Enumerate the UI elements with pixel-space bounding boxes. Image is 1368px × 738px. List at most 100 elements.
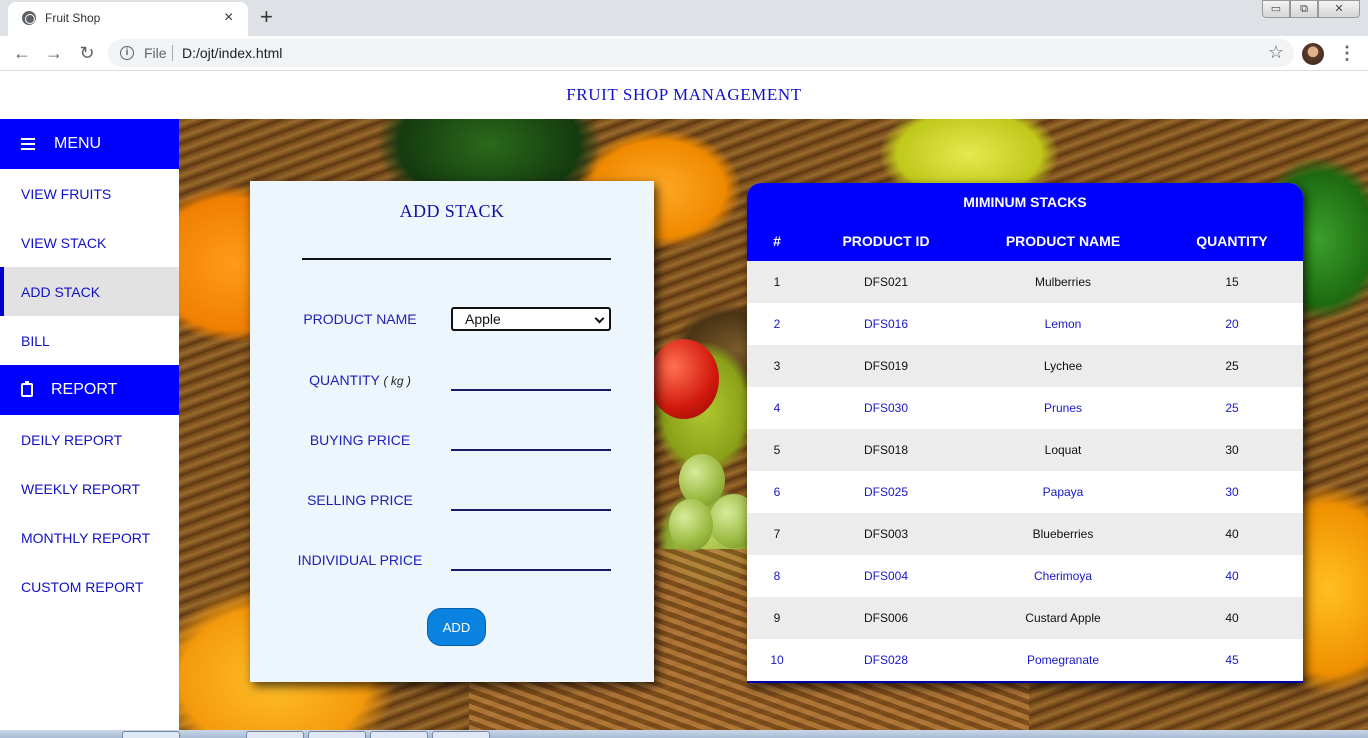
cell-quantity: 20: [1225, 317, 1239, 331]
cell-number: 5: [773, 443, 781, 457]
close-window-button[interactable]: ✕: [1318, 0, 1360, 18]
report-label: REPORT: [51, 381, 118, 398]
taskbar-item[interactable]: [308, 731, 366, 738]
url-text[interactable]: D:/ojt/index.html: [182, 45, 282, 61]
add-stack-form: ADD STACK PRODUCT NAME Apple QUANTITY ( …: [250, 181, 654, 682]
cell-product-id: DFS004: [863, 569, 909, 583]
sidebar-item-add-stack[interactable]: ADD STACK: [0, 267, 179, 316]
table-body: 1 DFS021 Mulberries 15 2 DFS016 Lemon 20 3 DFS019…: [747, 261, 1303, 681]
table-header: MIMINUM STACKS # PRODUCT ID PRODUCT NAME…: [747, 183, 1303, 261]
cell-quantity: 30: [1225, 485, 1239, 499]
address-bar[interactable]: i File D:/ojt/index.html ☆: [108, 39, 1294, 67]
info-icon[interactable]: i: [120, 46, 134, 60]
scheme-label: File: [144, 45, 167, 61]
sidebar-item-bill[interactable]: BILL: [0, 316, 179, 365]
hamburger-icon: [21, 138, 35, 150]
cell-product-name: Papaya: [1042, 485, 1084, 499]
quantity-label: QUANTITY ( kg ): [260, 372, 460, 388]
cell-quantity: 40: [1225, 527, 1239, 541]
cell-product-name: Lemon: [1044, 317, 1082, 331]
cell-number: 4: [773, 401, 781, 415]
form-title: ADD STACK: [399, 201, 505, 221]
cell-product-name: Loquat: [1044, 443, 1082, 457]
cell-product-name: Mulberries: [1034, 275, 1091, 289]
buying-price-input[interactable]: [451, 429, 611, 451]
minimum-stacks-table: MIMINUM STACKS # PRODUCT ID PRODUCT NAME…: [747, 183, 1303, 683]
sidebar-item-view-fruits[interactable]: VIEW FRUITS: [0, 169, 179, 218]
browser-menu-icon[interactable]: ⋮: [1338, 42, 1356, 64]
taskbar-item[interactable]: [370, 731, 428, 738]
product-name-label: PRODUCT NAME: [303, 311, 417, 327]
quantity-label-text: QUANTITY: [309, 372, 380, 388]
cell-product-id: DFS028: [863, 653, 909, 667]
menu-header[interactable]: MENU: [0, 119, 179, 169]
table-row: 5 DFS018 Loquat 30: [747, 429, 1303, 471]
apple-image: [649, 339, 719, 419]
os-taskbar: [0, 730, 1368, 738]
browser-tab[interactable]: Fruit Shop ×: [8, 2, 248, 36]
bookmark-star-icon[interactable]: ☆: [1268, 42, 1284, 63]
add-button[interactable]: ADD: [427, 608, 486, 646]
product-select-value: Apple: [465, 311, 501, 327]
table-row: 6 DFS025 Papaya 30: [747, 471, 1303, 513]
cell-product-name: Blueberries: [1032, 527, 1094, 541]
page-title: FRUIT SHOP MANAGEMENT: [566, 85, 802, 104]
url-separator: [172, 45, 173, 61]
sidebar-item-weekly-report[interactable]: WEEKLY REPORT: [0, 464, 179, 513]
column-header-number: #: [773, 233, 781, 249]
browser-tabstrip: Fruit Shop × + ▭ ⧉ ✕: [0, 0, 1368, 36]
close-tab-icon[interactable]: ×: [224, 8, 233, 28]
tab-title: Fruit Shop: [45, 11, 101, 25]
grape-image: [669, 499, 713, 551]
column-header-quantity: QUANTITY: [1196, 233, 1268, 249]
cell-quantity: 15: [1225, 275, 1239, 289]
buying-price-label: BUYING PRICE: [309, 432, 411, 448]
cell-product-id: DFS006: [863, 611, 909, 625]
cell-product-id: DFS025: [863, 485, 909, 499]
sidebar-item-daily-report[interactable]: DEILY REPORT: [0, 415, 179, 464]
cell-number: 6: [773, 485, 781, 499]
clipboard-icon: [21, 381, 33, 397]
taskbar-item[interactable]: [122, 731, 180, 738]
cell-number: 1: [773, 275, 781, 289]
cell-product-name: Custard Apple: [1025, 611, 1101, 625]
minimize-button[interactable]: ▭: [1262, 0, 1290, 18]
restore-button[interactable]: ⧉: [1290, 0, 1318, 18]
profile-avatar[interactable]: [1302, 43, 1324, 65]
chevron-down-icon: [594, 313, 605, 324]
cell-quantity: 30: [1225, 443, 1239, 457]
taskbar-item[interactable]: [246, 731, 304, 738]
cell-number: 2: [773, 317, 781, 331]
back-arrow-icon[interactable]: ←: [10, 41, 34, 65]
report-header[interactable]: REPORT: [0, 365, 179, 415]
cell-number: 7: [773, 527, 781, 541]
table-row: 9 DFS006 Custard Apple 40: [747, 597, 1303, 639]
cell-product-id: DFS003: [863, 527, 909, 541]
cell-product-id: DFS019: [863, 359, 909, 373]
sidebar-item-custom-report[interactable]: CUSTOM REPORT: [0, 562, 179, 611]
table-row: 8 DFS004 Cherimoya 40: [747, 555, 1303, 597]
cell-product-id: DFS018: [863, 443, 909, 457]
individual-price-input[interactable]: [451, 549, 611, 571]
sidebar-item-monthly-report[interactable]: MONTHLY REPORT: [0, 513, 179, 562]
table-row: 3 DFS019 Lychee 25: [747, 345, 1303, 387]
product-select[interactable]: Apple: [451, 307, 611, 331]
cell-product-id: DFS016: [863, 317, 909, 331]
quantity-input[interactable]: [451, 369, 611, 391]
table-row: 2 DFS016 Lemon 20: [747, 303, 1303, 345]
cell-product-name: Cherimoya: [1033, 569, 1093, 583]
table-row: 10 DFS028 Pomegranate 45: [747, 639, 1303, 681]
table-bottom-border: [747, 681, 1303, 683]
grape-image: [679, 454, 725, 506]
individual-price-label: INDIVIDUAL PRICE: [297, 552, 423, 568]
forward-arrow-icon[interactable]: →: [42, 41, 66, 65]
taskbar-item[interactable]: [432, 731, 490, 738]
new-tab-button[interactable]: +: [260, 6, 273, 28]
page-header: FRUIT SHOP MANAGEMENT: [0, 72, 1368, 119]
cell-quantity: 25: [1225, 359, 1239, 373]
selling-price-input[interactable]: [451, 489, 611, 511]
reload-icon[interactable]: ↻: [75, 41, 99, 65]
sidebar-item-view-stack[interactable]: VIEW STACK: [0, 218, 179, 267]
column-header-product-name: PRODUCT NAME: [1005, 233, 1121, 249]
globe-icon: [22, 11, 36, 25]
